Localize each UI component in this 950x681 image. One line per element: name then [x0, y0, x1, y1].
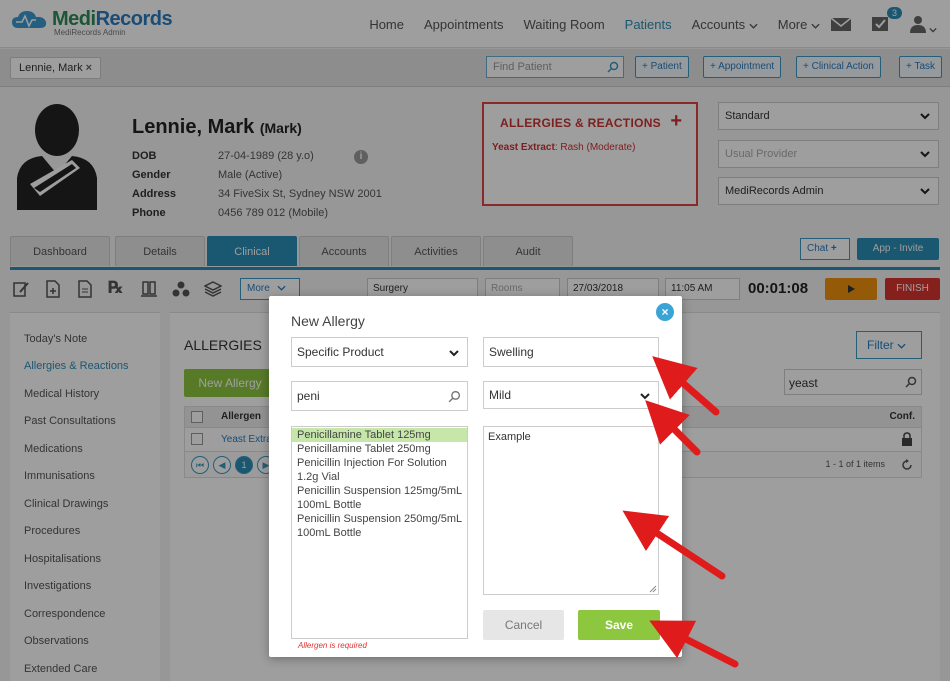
list-item[interactable]: Penicillamine Tablet 250mg — [292, 442, 467, 456]
allergen-required-message: Allergen is required — [298, 641, 367, 650]
allergen-list[interactable]: Penicillamine Tablet 125mg Penicillamine… — [291, 426, 468, 639]
list-item[interactable]: Penicillin Injection For Solution 1.2g V… — [292, 456, 467, 484]
list-item[interactable]: Penicillin Suspension 125mg/5mL 100mL Bo… — [292, 484, 467, 512]
allergy-type-select[interactable]: Specific Product — [291, 337, 468, 367]
chevron-down-icon — [640, 393, 650, 400]
cancel-button[interactable]: Cancel — [483, 610, 564, 640]
allergen-search-input[interactable]: peni — [291, 381, 468, 411]
list-item[interactable]: Penicillamine Tablet 125mg — [292, 428, 467, 442]
modal-title: New Allergy — [291, 313, 365, 329]
resize-handle-icon[interactable] — [649, 585, 657, 593]
chevron-down-icon — [449, 350, 459, 357]
reaction-input[interactable]: Swelling — [483, 337, 659, 367]
save-button[interactable]: Save — [578, 610, 660, 640]
severity-select[interactable]: Mild — [483, 381, 659, 409]
close-icon[interactable]: × — [656, 303, 674, 321]
list-item[interactable]: Penicillin Suspension 250mg/5mL 100mL Bo… — [292, 512, 467, 540]
new-allergy-modal: New Allergy × Specific Product Swelling … — [269, 296, 682, 657]
search-icon[interactable] — [448, 390, 461, 403]
notes-textarea[interactable]: Example — [483, 426, 659, 595]
